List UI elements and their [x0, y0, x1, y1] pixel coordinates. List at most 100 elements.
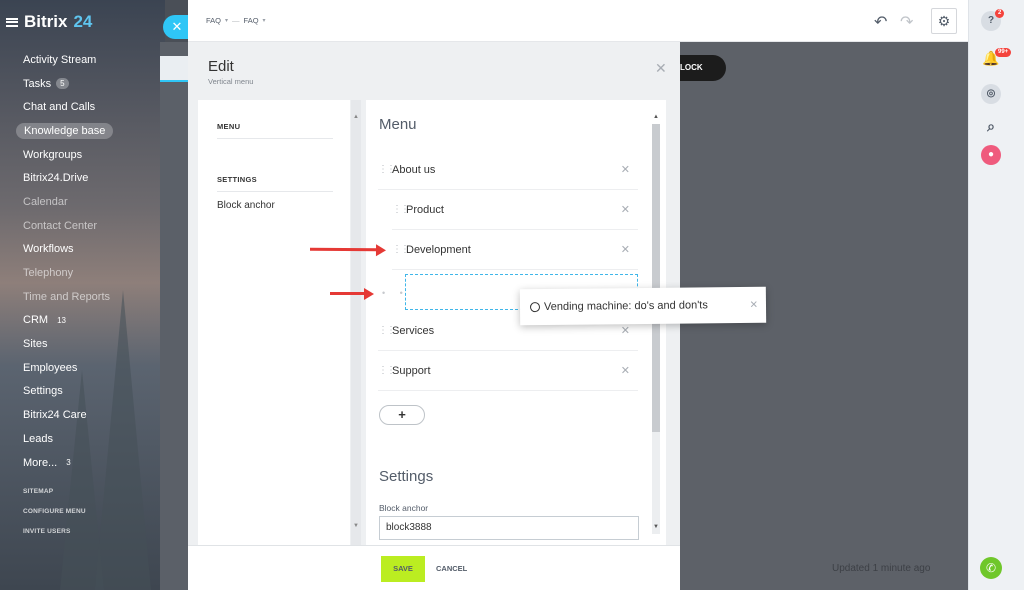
menu-item-row[interactable]: ⋮⋮ Development ✕ — [392, 230, 638, 270]
drag-handle-icon[interactable]: ⋮⋮ — [378, 164, 396, 175]
close-icon[interactable]: ✕ — [655, 60, 667, 77]
sitemap-link[interactable]: SITEMAP — [23, 488, 86, 508]
breadcrumb-item[interactable]: FAQ — [244, 16, 259, 25]
editor-topbar: FAQ ▾ — FAQ ▾ ↶ ↷ ⚙ — [188, 0, 968, 42]
remove-icon[interactable]: ✕ — [621, 203, 630, 216]
phone-icon[interactable]: ✆ — [980, 557, 1002, 579]
divider — [217, 138, 333, 139]
menu-item-label: About us — [392, 163, 436, 176]
sidebar-item-activity-stream[interactable]: Activity Stream — [0, 48, 165, 72]
counter-badge: 3 — [66, 458, 71, 468]
sidebar-item-telephony[interactable]: Telephony — [0, 261, 165, 285]
help-badge: 2 — [995, 9, 1005, 18]
nav-menu-heading[interactable]: MENU — [217, 122, 240, 131]
notify-badge: 99+ — [995, 48, 1012, 57]
panel-footer: SAVE CANCEL — [188, 545, 680, 590]
dragged-menu-item[interactable]: Vending machine: do's and don'ts ✕ — [519, 286, 767, 326]
sidebar-item-care[interactable]: Bitrix24 Care — [0, 403, 165, 427]
nav-block-anchor[interactable]: Block anchor — [217, 200, 275, 211]
sidebar-item-contact-center[interactable]: Contact Center — [0, 214, 165, 238]
counter-badge: 13 — [57, 315, 66, 325]
menu-item-label: Development — [406, 243, 471, 256]
menu-icon[interactable] — [6, 17, 18, 27]
scroll-up-icon[interactable]: ▲ — [653, 114, 659, 120]
chevron-down-icon[interactable]: ▾ — [225, 17, 228, 24]
drag-handle-icon[interactable]: ⋮⋮ — [378, 325, 396, 336]
invite-users-link[interactable]: INVITE USERS — [23, 528, 86, 548]
remove-icon[interactable]: ✕ — [621, 243, 630, 256]
scroll-down-icon[interactable]: ▼ — [653, 524, 659, 530]
user-avatar-icon[interactable]: ● — [981, 145, 1001, 165]
panel-nav: MENU SETTINGS Block anchor — [198, 100, 350, 548]
sidebar-item-knowledge-base[interactable]: Knowledge base — [0, 119, 165, 143]
search-icon[interactable]: ⌕ — [981, 116, 1001, 136]
sidebar-item-more[interactable]: More... 3 — [0, 451, 165, 475]
undo-icon[interactable]: ↶ — [874, 12, 887, 32]
breadcrumb-item[interactable]: FAQ — [206, 16, 221, 25]
settings-gear-button[interactable]: ⚙ — [931, 8, 957, 34]
gear-icon: ⚙ — [937, 13, 951, 29]
chat-icon[interactable]: ◎ — [981, 84, 1001, 104]
remove-icon[interactable]: ✕ — [621, 364, 630, 377]
logo[interactable]: Bitrix 24 — [6, 12, 92, 32]
updated-status: Updated 1 minute ago — [832, 563, 931, 574]
dragged-item-label: Vending machine: do's and don'ts — [543, 299, 708, 314]
nav-scrollbar[interactable]: ▲ ▼ — [351, 100, 361, 548]
left-sidebar: Bitrix 24 Activity Stream Tasks 5 Chat an… — [0, 0, 165, 590]
menu-item-label: Support — [392, 364, 431, 377]
sidebar-item-time-reports[interactable]: Time and Reports — [0, 285, 165, 309]
sidebar-item-leads[interactable]: Leads — [0, 427, 165, 451]
menu-item-label: Services — [392, 324, 435, 337]
sidebar-item-settings[interactable]: Settings — [0, 380, 165, 404]
sidebar-item-workflows[interactable]: Workflows — [0, 238, 165, 262]
menu-item-row[interactable]: ⋮⋮ About us ✕ — [378, 150, 638, 190]
breadcrumb: FAQ ▾ — FAQ ▾ — [206, 16, 266, 25]
annotation-arrow — [309, 247, 379, 252]
counter-badge: 5 — [56, 78, 69, 90]
breadcrumb-separator: — — [232, 16, 240, 25]
remove-icon[interactable]: ✕ — [750, 299, 759, 310]
nav-settings-heading[interactable]: SETTINGS — [217, 175, 257, 184]
configure-menu-link[interactable]: CONFIGURE MENU — [23, 508, 86, 528]
logo-text: Bitrix — [24, 12, 68, 31]
annotation-arrow — [330, 287, 374, 300]
menu-item-row[interactable]: ⋮⋮ Support ✕ — [378, 351, 638, 391]
grab-cursor-icon — [529, 302, 541, 313]
menu-section-title: Menu — [379, 116, 417, 133]
cancel-button[interactable]: CANCEL — [436, 556, 467, 582]
logo-number: 24 — [73, 12, 93, 31]
drag-handle-icon[interactable]: ⋮⋮ — [392, 244, 410, 255]
save-button[interactable]: SAVE — [381, 556, 425, 582]
sidebar-item-crm[interactable]: CRM 13 — [0, 309, 165, 333]
sidebar-item-tasks[interactable]: Tasks 5 — [0, 72, 165, 96]
remove-icon[interactable]: ✕ — [621, 163, 630, 176]
panel-title: Edit — [208, 58, 234, 75]
panel-subtitle: Vertical menu — [208, 77, 254, 86]
background-tab — [160, 56, 188, 82]
sidebar-item-employees[interactable]: Employees — [0, 356, 165, 380]
add-menu-item-button[interactable]: + — [379, 405, 425, 425]
menu-item-row[interactable]: ⋮⋮ Product ✕ — [392, 190, 638, 230]
menu-item-label: Product — [406, 203, 444, 216]
scroll-down-icon[interactable]: ▼ — [353, 523, 359, 529]
block-anchor-input[interactable]: block3888 — [379, 516, 639, 540]
sidebar-item-chat[interactable]: Chat and Calls — [0, 95, 165, 119]
content-scrollbar[interactable]: ▲ ▼ — [650, 100, 664, 548]
redo-icon[interactable]: ↷ — [900, 12, 913, 32]
system-menu: SITEMAP CONFIGURE MENU INVITE USERS — [23, 488, 86, 548]
drag-handle-icon[interactable]: ⋮⋮ — [392, 204, 410, 215]
block-anchor-label: Block anchor — [379, 503, 429, 513]
sidebar-item-drive[interactable]: Bitrix24.Drive — [0, 166, 165, 190]
sidebar-item-calendar[interactable]: Calendar — [0, 190, 165, 214]
sidebar-item-sites[interactable]: Sites — [0, 332, 165, 356]
sidebar-item-workgroups[interactable]: Workgroups — [0, 143, 165, 167]
drag-handle-icon[interactable]: ⋮⋮ — [378, 365, 396, 376]
remove-icon[interactable]: ✕ — [621, 324, 630, 337]
right-toolbar: ? 2 🔔 99+ ◎ ⌕ ● — [968, 0, 1024, 590]
divider — [217, 191, 333, 192]
close-slider-icon[interactable]: ✕ — [163, 15, 191, 39]
chevron-down-icon[interactable]: ▾ — [263, 17, 266, 24]
scroll-up-icon[interactable]: ▲ — [353, 114, 359, 120]
sidebar-menu: Activity Stream Tasks 5 Chat and Calls Kn… — [0, 48, 165, 474]
scroll-thumb[interactable] — [652, 124, 660, 432]
